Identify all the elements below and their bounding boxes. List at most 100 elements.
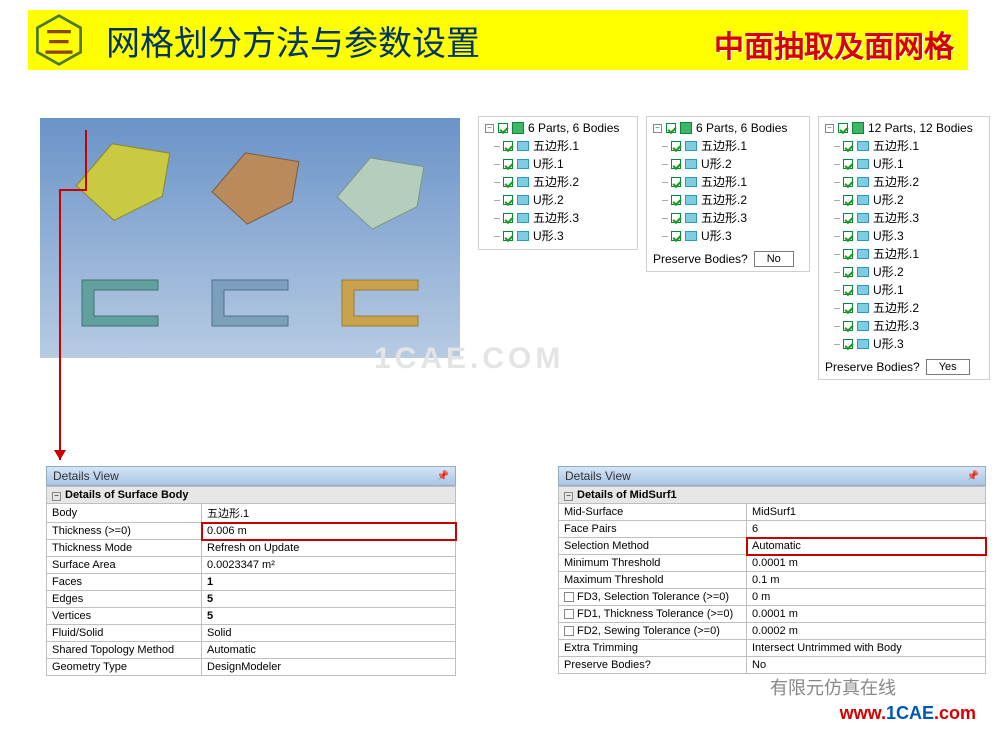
pin-icon[interactable]: 📌 bbox=[967, 471, 979, 482]
preserve-value[interactable]: No bbox=[754, 251, 794, 267]
tree-root-label: 12 Parts, 12 Bodies bbox=[868, 121, 973, 135]
property-row[interactable]: Face Pairs6 bbox=[559, 521, 986, 538]
watermark: 1CAE.COM bbox=[374, 342, 564, 376]
model-viewport[interactable] bbox=[40, 118, 460, 358]
property-row[interactable]: Preserve Bodies?No bbox=[559, 657, 986, 674]
checkbox-icon[interactable] bbox=[564, 626, 574, 636]
body-icon bbox=[857, 285, 869, 295]
body-icon bbox=[857, 177, 869, 187]
tree-item[interactable]: U形.1 bbox=[843, 281, 983, 299]
collapse-icon[interactable]: − bbox=[653, 124, 662, 133]
body-icon bbox=[685, 231, 697, 241]
body-icon bbox=[685, 195, 697, 205]
property-row[interactable]: FD3, Selection Tolerance (>=0)0 m bbox=[559, 589, 986, 606]
tree-item[interactable]: 五边形.2 bbox=[843, 299, 983, 317]
tree-item-label: U形.2 bbox=[533, 191, 564, 209]
check-icon bbox=[666, 123, 676, 133]
checkbox-icon[interactable] bbox=[564, 609, 574, 619]
assembly-icon bbox=[852, 122, 864, 134]
body-icon bbox=[857, 339, 869, 349]
tree-item[interactable]: 五边形.3 bbox=[843, 317, 983, 335]
callout-arrow bbox=[50, 130, 100, 468]
tree-item[interactable]: U形.2 bbox=[843, 191, 983, 209]
property-row[interactable]: Edges5 bbox=[47, 591, 456, 608]
outline-tree-2[interactable]: −6 Parts, 6 Bodies 五边形.1U形.2五边形.1五边形.2五边… bbox=[646, 116, 810, 272]
tree-item[interactable]: U形.3 bbox=[503, 227, 631, 245]
tree-item[interactable]: 五边形.2 bbox=[843, 173, 983, 191]
tree-item[interactable]: U形.2 bbox=[671, 155, 803, 173]
check-icon bbox=[503, 159, 513, 169]
tree-item-label: 五边形.1 bbox=[873, 137, 919, 155]
details-view-surface-body[interactable]: Details View📌 −Details of Surface Body B… bbox=[46, 466, 456, 676]
outline-tree-3[interactable]: −12 Parts, 12 Bodies 五边形.1U形.1五边形.2U形.2五… bbox=[818, 116, 990, 380]
check-icon bbox=[843, 321, 853, 331]
tree-item[interactable]: 五边形.3 bbox=[843, 209, 983, 227]
outline-tree-1[interactable]: −6 Parts, 6 Bodies 五边形.1U形.1五边形.2U形.2五边形… bbox=[478, 116, 638, 250]
tree-item-label: 五边形.3 bbox=[533, 209, 579, 227]
check-icon bbox=[843, 159, 853, 169]
property-row[interactable]: Fluid/SolidSolid bbox=[47, 625, 456, 642]
property-row[interactable]: FD2, Sewing Tolerance (>=0)0.0002 m bbox=[559, 623, 986, 640]
tree-item[interactable]: U形.2 bbox=[503, 191, 631, 209]
tree-item[interactable]: U形.1 bbox=[843, 155, 983, 173]
check-icon bbox=[503, 177, 513, 187]
tree-item[interactable]: 五边形.1 bbox=[843, 137, 983, 155]
tree-item[interactable]: 五边形.3 bbox=[671, 209, 803, 227]
property-row[interactable]: Body五边形.1 bbox=[47, 504, 456, 523]
preserve-value[interactable]: Yes bbox=[926, 359, 970, 375]
tree-item[interactable]: U形.3 bbox=[671, 227, 803, 245]
check-icon bbox=[503, 213, 513, 223]
check-icon bbox=[671, 213, 681, 223]
watermark-cn: 有限元仿真在线 bbox=[770, 674, 896, 700]
property-row[interactable]: Minimum Threshold0.0001 m bbox=[559, 555, 986, 572]
check-icon bbox=[843, 177, 853, 187]
tree-item[interactable]: U形.1 bbox=[503, 155, 631, 173]
tree-item[interactable]: 五边形.1 bbox=[671, 173, 803, 191]
check-icon bbox=[843, 249, 853, 259]
property-row[interactable]: Maximum Threshold0.1 m bbox=[559, 572, 986, 589]
body-icon bbox=[517, 195, 529, 205]
property-row[interactable]: Thickness (>=0)0.006 m bbox=[47, 523, 456, 540]
tree-item[interactable]: U形.3 bbox=[843, 227, 983, 245]
tree-item-label: 五边形.3 bbox=[873, 317, 919, 335]
details-view-midsurf[interactable]: Details View📌 −Details of MidSurf1 Mid-S… bbox=[558, 466, 986, 674]
property-row[interactable]: Extra TrimmingIntersect Untrimmed with B… bbox=[559, 640, 986, 657]
property-row[interactable]: Surface Area0.0023347 m² bbox=[47, 557, 456, 574]
pin-icon[interactable]: 📌 bbox=[437, 471, 449, 482]
property-row[interactable]: Vertices5 bbox=[47, 608, 456, 625]
property-row[interactable]: Shared Topology MethodAutomatic bbox=[47, 642, 456, 659]
tree-item[interactable]: U形.2 bbox=[843, 263, 983, 281]
check-icon bbox=[503, 231, 513, 241]
property-row[interactable]: Thickness ModeRefresh on Update bbox=[47, 540, 456, 557]
property-row[interactable]: Faces1 bbox=[47, 574, 456, 591]
tree-item[interactable]: 五边形.1 bbox=[671, 137, 803, 155]
tree-item-label: 五边形.2 bbox=[873, 299, 919, 317]
tree-item[interactable]: 五边形.2 bbox=[503, 173, 631, 191]
tree-item-label: 五边形.1 bbox=[873, 245, 919, 263]
tree-item-label: 五边形.1 bbox=[701, 137, 747, 155]
details-header: Details View📌 bbox=[558, 466, 986, 486]
property-row[interactable]: Mid-SurfaceMidSurf1 bbox=[559, 504, 986, 521]
checkbox-icon[interactable] bbox=[564, 592, 574, 602]
collapse-icon[interactable]: − bbox=[825, 124, 834, 133]
property-row[interactable]: FD1, Thickness Tolerance (>=0)0.0001 m bbox=[559, 606, 986, 623]
check-icon bbox=[843, 141, 853, 151]
check-icon bbox=[843, 195, 853, 205]
tree-item-label: U形.1 bbox=[873, 155, 904, 173]
tree-item-label: U形.3 bbox=[873, 335, 904, 353]
tree-item[interactable]: 五边形.3 bbox=[503, 209, 631, 227]
check-icon bbox=[498, 123, 508, 133]
tree-item-label: U形.3 bbox=[701, 227, 732, 245]
property-row[interactable]: Selection MethodAutomatic bbox=[559, 538, 986, 555]
tree-item[interactable]: 五边形.2 bbox=[671, 191, 803, 209]
property-row[interactable]: Geometry TypeDesignModeler bbox=[47, 659, 456, 676]
tree-item[interactable]: U形.3 bbox=[843, 335, 983, 353]
collapse-icon[interactable]: − bbox=[485, 124, 494, 133]
check-icon bbox=[843, 303, 853, 313]
body-icon bbox=[857, 141, 869, 151]
body-icon bbox=[857, 159, 869, 169]
tree-item[interactable]: 五边形.1 bbox=[503, 137, 631, 155]
tree-item-label: 五边形.2 bbox=[533, 173, 579, 191]
tree-item[interactable]: 五边形.1 bbox=[843, 245, 983, 263]
body-icon bbox=[517, 213, 529, 223]
